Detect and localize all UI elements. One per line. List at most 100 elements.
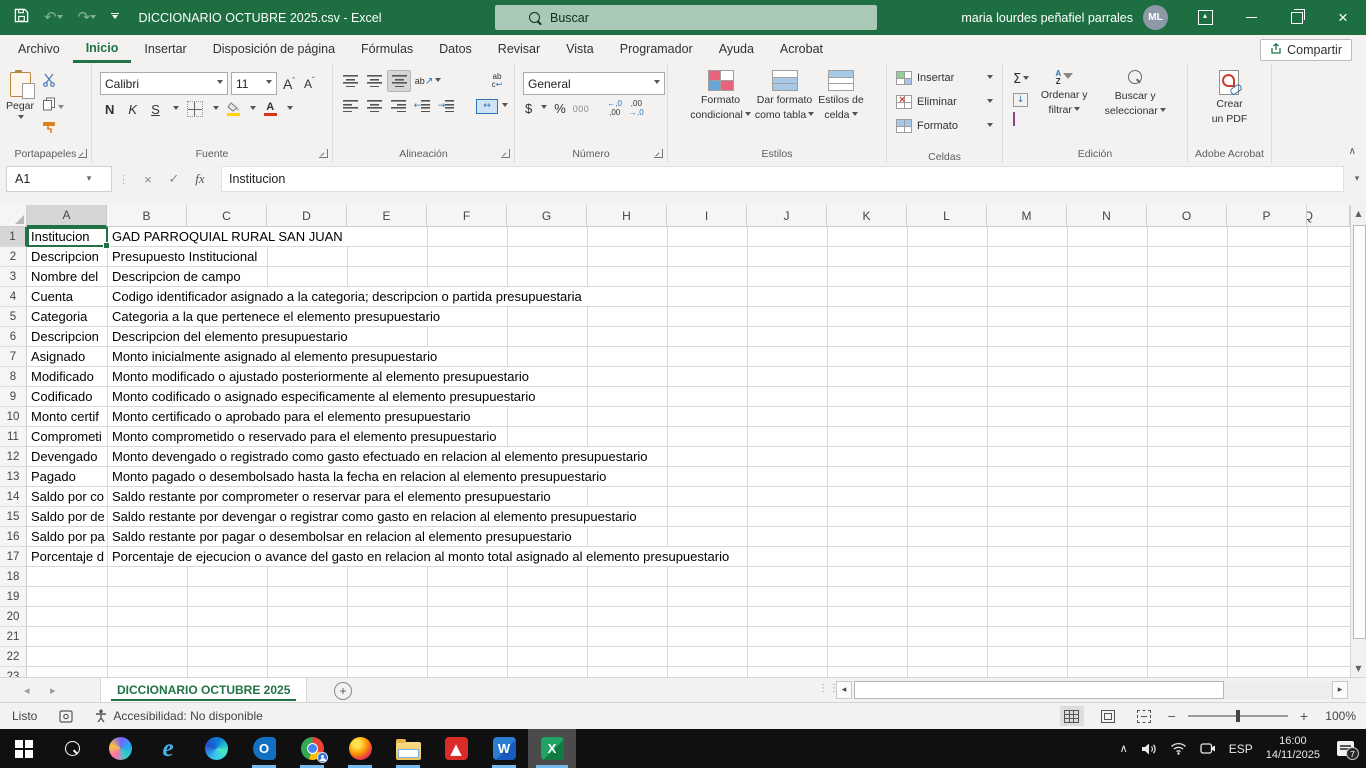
italic-button[interactable]: K [125, 102, 140, 117]
ribbon-display-options-button[interactable]: ▴ [1182, 0, 1228, 35]
cell-B1[interactable]: GAD PARROQUIAL RURAL SAN JUAN [108, 227, 1350, 247]
ribbon-tab-programador[interactable]: Programador [607, 35, 706, 63]
cell-B9[interactable]: Monto codificado o asignado especificame… [108, 387, 1350, 407]
row-header-2[interactable]: 2 [0, 247, 27, 267]
row-header-21[interactable]: 21 [0, 627, 27, 647]
fill-color-icon[interactable] [227, 102, 240, 117]
cancel-icon[interactable]: × [135, 172, 161, 187]
orientation-icon[interactable]: ab↗ [413, 71, 443, 91]
wifi-icon[interactable] [1170, 742, 1187, 755]
column-header-Q[interactable]: Q [1307, 205, 1350, 227]
volume-icon[interactable] [1141, 742, 1157, 756]
cell-B12[interactable]: Monto devengado o registrado como gasto … [108, 447, 1350, 467]
start-button[interactable] [0, 729, 48, 768]
cell-A11[interactable]: Comprometi [27, 427, 108, 447]
align-right-icon[interactable] [387, 96, 409, 116]
borders-icon[interactable] [187, 101, 203, 117]
cell-B22[interactable] [108, 647, 1350, 667]
meet-now-icon[interactable] [1200, 742, 1216, 755]
column-header-E[interactable]: E [347, 205, 427, 227]
bold-button[interactable]: N [102, 102, 117, 117]
row-header-19[interactable]: 19 [0, 587, 27, 607]
row-header-15[interactable]: 15 [0, 507, 27, 527]
font-size-select[interactable]: 11 [231, 72, 277, 95]
cell-B3[interactable]: Descripcion de campo [108, 267, 1350, 287]
column-header-N[interactable]: N [1067, 205, 1147, 227]
increase-font-icon[interactable]: Aˆ [280, 76, 298, 92]
expand-formula-bar-icon[interactable]: ▾ [1348, 174, 1366, 184]
row-header-17[interactable]: 17 [0, 547, 27, 567]
sheet-grid[interactable]: 1InstitucionGAD PARROQUIAL RURAL SAN JUA… [0, 227, 1350, 677]
search-box[interactable]: Buscar [495, 5, 877, 30]
cell-A13[interactable]: Pagado [27, 467, 108, 487]
cell-A18[interactable] [27, 567, 108, 587]
cell-B17[interactable]: Porcentaje de ejecucion o avance del gas… [108, 547, 1350, 567]
font-name-select[interactable]: Calibri [100, 72, 228, 95]
zoom-level[interactable]: 100% [1320, 709, 1356, 723]
cell-B2[interactable]: Presupuesto Institucional [108, 247, 1350, 267]
row-header-4[interactable]: 4 [0, 287, 27, 307]
underline-button[interactable]: S [148, 102, 163, 117]
name-box[interactable]: A1 ▾ [6, 166, 112, 192]
font-dialog-launcher[interactable] [319, 149, 328, 158]
merge-center-icon[interactable]: ↔ [476, 99, 498, 114]
notifications-button[interactable]: 7 [1337, 741, 1354, 756]
tray-expand-icon[interactable]: ∧ [1120, 742, 1128, 755]
decrease-font-icon[interactable]: Aˇ [301, 76, 318, 91]
save-icon[interactable] [14, 8, 29, 28]
ribbon-tab-disposicion[interactable]: Disposición de página [200, 35, 348, 63]
cell-B16[interactable]: Saldo restante por pagar o desembolsar e… [108, 527, 1350, 547]
cell-B23[interactable] [108, 667, 1350, 677]
taskbar-search-button[interactable] [48, 729, 96, 768]
cell-A16[interactable]: Saldo por pa [27, 527, 108, 547]
row-header-7[interactable]: 7 [0, 347, 27, 367]
clear-icon[interactable] [1013, 113, 1029, 125]
ribbon-tab-datos[interactable]: Datos [426, 35, 485, 63]
cell-A14[interactable]: Saldo por co [27, 487, 108, 507]
cell-B15[interactable]: Saldo restante por devengar o registrar … [108, 507, 1350, 527]
cell-A23[interactable] [27, 667, 108, 677]
close-button[interactable]: × [1320, 0, 1366, 35]
column-header-B[interactable]: B [107, 205, 187, 227]
copy-icon[interactable] [42, 97, 64, 114]
cut-icon[interactable] [42, 73, 64, 90]
paste-button[interactable]: Pegar [6, 63, 34, 137]
align-bottom-icon[interactable] [387, 70, 411, 92]
cell-A19[interactable] [27, 587, 108, 607]
zoom-slider-thumb[interactable] [1236, 710, 1240, 722]
number-dialog-launcher[interactable] [654, 149, 663, 158]
cell-A12[interactable]: Devengado [27, 447, 108, 467]
row-header-22[interactable]: 22 [0, 647, 27, 667]
column-header-H[interactable]: H [587, 205, 667, 227]
ribbon-tab-archivo[interactable]: Archivo [5, 35, 73, 63]
cell-A2[interactable]: Descripcion [27, 247, 108, 267]
cell-B18[interactable] [108, 567, 1350, 587]
row-header-16[interactable]: 16 [0, 527, 27, 547]
horizontal-scroll-thumb[interactable] [854, 681, 1224, 699]
collapse-ribbon-icon[interactable]: ∧ [1349, 146, 1356, 157]
page-break-view-icon[interactable] [1132, 706, 1156, 726]
accessibility-status[interactable]: Accesibilidad: No disponible [95, 709, 262, 723]
percent-icon[interactable]: % [554, 101, 566, 116]
cell-A10[interactable]: Monto certif [27, 407, 108, 427]
row-header-20[interactable]: 20 [0, 607, 27, 627]
format-cells-button[interactable]: Formato [887, 114, 1002, 138]
prev-sheet-icon[interactable]: ◂ [24, 678, 30, 702]
increase-decimal-icon[interactable]: ←,0,00 [607, 100, 622, 117]
ribbon-tab-formulas[interactable]: Fórmulas [348, 35, 426, 63]
edge-button[interactable] [192, 729, 240, 768]
insert-cells-button[interactable]: Insertar [887, 66, 1002, 90]
formula-input[interactable]: Institucion [221, 166, 1344, 192]
cell-A6[interactable]: Descripcion [27, 327, 108, 347]
thousands-icon[interactable]: 000 [573, 104, 590, 114]
row-header-23[interactable]: 23 [0, 667, 27, 677]
cell-B10[interactable]: Monto certificado o aprobado para el ele… [108, 407, 1350, 427]
horizontal-scrollbar[interactable] [854, 681, 1332, 699]
vertical-scroll-thumb[interactable] [1353, 225, 1366, 639]
align-middle-icon[interactable] [363, 71, 385, 91]
restore-button[interactable] [1274, 0, 1320, 35]
cell-B4[interactable]: Codigo identificador asignado a la categ… [108, 287, 1350, 307]
zoom-out-icon[interactable]: − [1168, 708, 1176, 724]
excel-button[interactable]: X [528, 729, 576, 768]
row-header-5[interactable]: 5 [0, 307, 27, 327]
